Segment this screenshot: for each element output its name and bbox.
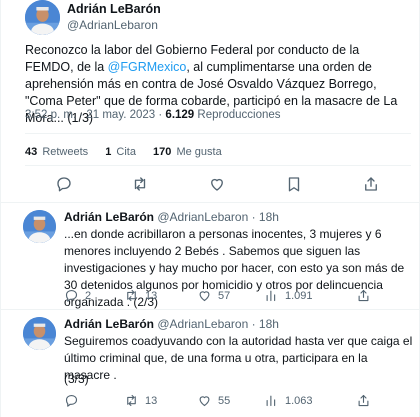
share-icon <box>358 289 369 302</box>
author-name[interactable]: Adrián LeBarón <box>64 210 154 224</box>
tweet-actions <box>25 175 411 195</box>
retweet-icon[interactable] <box>131 175 149 193</box>
share-icon[interactable] <box>362 175 380 193</box>
retweet-button[interactable]: 13 <box>124 393 157 408</box>
main-tweet[interactable]: Adrián LeBarón @AdrianLebaron Reconozco … <box>1 0 420 206</box>
views-button[interactable]: 1.063 <box>264 393 313 408</box>
author-name[interactable]: Adrián LeBarón <box>64 317 154 331</box>
reply-actions: 2 13 57 1.091 <box>64 288 404 306</box>
divider <box>25 165 411 166</box>
bookmark-icon[interactable] <box>285 175 303 193</box>
reply-text-end: (3/3) <box>64 372 89 386</box>
like-button[interactable]: 57 <box>197 288 230 303</box>
reply-icon <box>65 289 78 302</box>
like-icon[interactable] <box>208 175 226 193</box>
author-handle[interactable]: @AdrianLebaron · 18h <box>157 210 279 224</box>
retweet-count: 13 <box>145 289 158 302</box>
author-handle[interactable]: @AdrianLebaron <box>67 18 158 32</box>
tweet-timestamp[interactable]: 3:52 p. m. · 21 may. 2023 · <box>25 109 165 121</box>
author-handle[interactable]: @AdrianLebaron · 18h <box>157 317 279 331</box>
avatar-image <box>23 210 56 243</box>
like-icon <box>199 396 210 407</box>
avatar[interactable] <box>25 0 60 35</box>
reply-header: Adrián LeBarón @AdrianLebaron · 18h <box>64 210 279 224</box>
tweet-thread: Adrián LeBarón @AdrianLebaron Reconozco … <box>0 0 420 417</box>
retweet-count: 13 <box>145 394 158 407</box>
views-icon <box>266 395 276 407</box>
retweet-icon <box>127 289 136 302</box>
avatar[interactable] <box>23 210 56 243</box>
like-button[interactable]: 55 <box>197 393 230 408</box>
avatar[interactable] <box>23 317 56 350</box>
like-icon <box>199 291 210 302</box>
avatar-image <box>25 0 60 35</box>
mention-link[interactable]: @FGRMexico <box>108 60 187 74</box>
views-button[interactable]: 1.091 <box>264 288 313 303</box>
likes-stat[interactable]: 170 Me gusta <box>153 146 222 158</box>
reply-header: Adrián LeBarón @AdrianLebaron · 18h <box>64 317 279 331</box>
avatar-image <box>23 317 56 350</box>
reply-icon <box>65 394 78 407</box>
reply-count: 2 <box>85 289 92 302</box>
views-count: 1.063 <box>285 394 313 407</box>
share-button[interactable] <box>356 393 371 408</box>
divider <box>25 133 411 134</box>
share-icon <box>358 394 369 407</box>
author-name[interactable]: Adrián LeBarón <box>67 2 161 16</box>
reply-button[interactable]: 2 <box>64 288 91 303</box>
views-count: 6.129 <box>165 109 195 121</box>
reply-actions: 13 55 1.063 <box>64 393 404 411</box>
reply-tweet[interactable]: Adrián LeBarón @AdrianLebaron · 18h Segu… <box>1 315 420 417</box>
divider <box>1 309 419 310</box>
quotes-stat[interactable]: 1 Cita <box>105 146 136 158</box>
reply-icon[interactable] <box>55 175 73 193</box>
retweet-icon <box>127 394 136 407</box>
tweet-meta: 3:52 p. m. · 21 may. 2023 · 6.129 Reprod… <box>25 109 281 121</box>
reply-tweet[interactable]: Adrián LeBarón @AdrianLebaron · 18h ...e… <box>1 208 420 309</box>
like-count: 57 <box>218 289 231 302</box>
views-icon <box>266 290 276 302</box>
views-count: 1.091 <box>285 289 313 302</box>
tweet-stats: 43 Retweets 1 Cita 170 Me gusta <box>25 146 236 158</box>
retweet-button[interactable]: 13 <box>124 288 157 303</box>
reply-button[interactable] <box>64 393 85 408</box>
divider <box>1 202 419 203</box>
like-count: 55 <box>218 394 231 407</box>
share-button[interactable] <box>356 288 371 303</box>
retweets-stat[interactable]: 43 Retweets <box>25 146 88 158</box>
views-label: Reproducciones <box>194 109 281 121</box>
